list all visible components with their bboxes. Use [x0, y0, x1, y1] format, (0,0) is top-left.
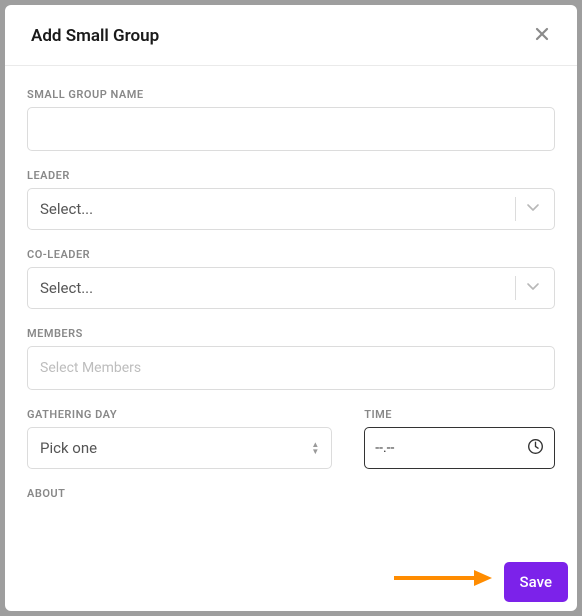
chevron-down-icon	[524, 198, 542, 220]
field-group-coleader: CO-LEADER Select...	[27, 248, 555, 309]
field-group-leader: LEADER Select...	[27, 169, 555, 230]
label-members: MEMBERS	[27, 327, 555, 340]
save-button[interactable]: Save	[504, 562, 568, 602]
field-group-time: TIME --.--	[364, 408, 555, 469]
time-input-value: --.--	[375, 440, 394, 456]
row-day-time: GATHERING DAY Pick one ▲▼ TIME --.--	[27, 408, 555, 487]
modal-body: SMALL GROUP NAME LEADER Select... CO-LEA…	[5, 66, 577, 611]
label-day: GATHERING DAY	[27, 408, 332, 421]
add-small-group-modal: Add Small Group SMALL GROUP NAME LEADER …	[5, 5, 577, 611]
modal-title: Add Small Group	[31, 26, 159, 46]
label-leader: LEADER	[27, 169, 555, 182]
close-icon	[533, 25, 551, 47]
coleader-select-value: Select...	[40, 279, 511, 297]
day-picker-value: Pick one	[40, 439, 311, 457]
name-input[interactable]	[27, 107, 555, 151]
coleader-select[interactable]: Select...	[27, 267, 555, 309]
modal-header: Add Small Group	[5, 5, 577, 66]
select-divider	[515, 276, 516, 300]
select-divider	[515, 197, 516, 221]
leader-select[interactable]: Select...	[27, 188, 555, 230]
field-group-day: GATHERING DAY Pick one ▲▼	[27, 408, 332, 469]
chevron-down-icon	[524, 277, 542, 299]
label-time: TIME	[364, 408, 555, 421]
close-button[interactable]	[529, 21, 555, 51]
leader-select-value: Select...	[40, 200, 511, 218]
day-picker[interactable]: Pick one ▲▼	[27, 427, 332, 469]
label-name: SMALL GROUP NAME	[27, 88, 555, 101]
field-group-about: ABOUT	[27, 487, 555, 500]
label-coleader: CO-LEADER	[27, 248, 555, 261]
stepper-icon: ▲▼	[311, 441, 319, 455]
members-input[interactable]	[27, 346, 555, 390]
clock-icon	[527, 438, 544, 459]
field-group-name: SMALL GROUP NAME	[27, 88, 555, 151]
time-input[interactable]: --.--	[364, 427, 555, 469]
label-about: ABOUT	[27, 487, 555, 500]
field-group-members: MEMBERS	[27, 327, 555, 390]
